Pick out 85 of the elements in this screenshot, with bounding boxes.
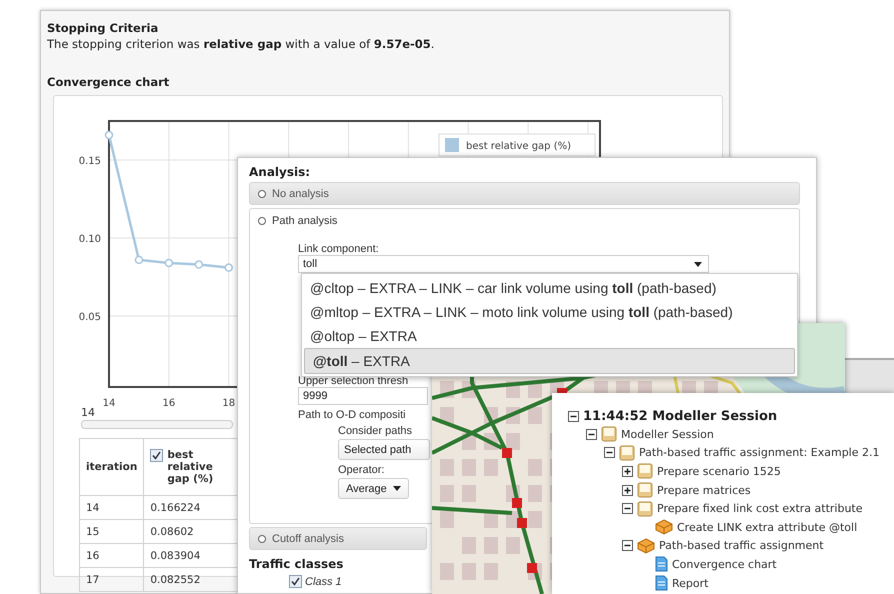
tree-item[interactable]: Create LINK extra attribute @toll	[677, 520, 858, 534]
section-label: Path analysis	[272, 215, 338, 227]
data-point	[164, 258, 174, 268]
table-cell: 14	[80, 496, 144, 520]
field-label: Consider paths	[338, 425, 412, 437]
table-cell: 16	[80, 544, 144, 568]
x-tick-label: 16	[162, 398, 176, 406]
field-value: toll	[303, 258, 318, 270]
link-component-field[interactable]: toll	[298, 255, 709, 273]
data-point	[104, 130, 114, 140]
tree-item[interactable]: Prepare scenario 1525	[657, 464, 781, 478]
operator-select[interactable]: Average	[338, 478, 409, 499]
radio-button[interactable]	[258, 190, 266, 198]
chart-legend: best relative gap (%)	[438, 134, 596, 156]
field-label: Link component:	[298, 243, 379, 255]
y-tick-label: 0.05	[78, 312, 101, 324]
field-label: Operator:	[338, 464, 384, 476]
column-header: iteration	[86, 461, 138, 473]
table-cell: 15	[80, 520, 144, 544]
panel-title: Analysis:	[249, 165, 312, 179]
radio-button[interactable]	[258, 534, 266, 542]
dropdown-option[interactable]: @mltop – EXTRA – LINK – moto link volume using toll (path-based)	[302, 300, 797, 324]
folder-icon	[637, 482, 653, 498]
section-label: Cutoff analysis	[272, 532, 344, 544]
checkbox[interactable]	[150, 449, 164, 462]
x-tick-label: 18	[222, 398, 236, 406]
document-icon	[655, 575, 668, 592]
accordion-header[interactable]: No analysis	[249, 182, 800, 205]
tree-item[interactable]: Convergence chart	[672, 558, 777, 571]
legend-label: best relative gap (%)	[466, 141, 572, 152]
congestion-marker	[527, 563, 537, 573]
collapse-icon[interactable]	[622, 540, 633, 552]
tree-item[interactable]: Modeller Session	[621, 428, 714, 441]
collapse-icon[interactable]	[604, 447, 615, 458]
collapse-icon[interactable]	[586, 428, 597, 440]
tree-item[interactable]: Prepare fixed link cost extra attribute	[657, 502, 863, 516]
folder-icon	[619, 444, 635, 461]
field-label: Upper selection thresh	[298, 375, 408, 387]
y-tick-label: 0.15	[78, 156, 101, 167]
data-point	[224, 263, 233, 272]
field-label: Path to O-D compositi	[298, 409, 406, 421]
dropdown-option[interactable]: @toll – EXTRA	[304, 348, 795, 374]
congestion-marker	[517, 518, 527, 528]
checkbox[interactable]	[289, 575, 302, 588]
expand-icon[interactable]	[622, 484, 633, 496]
data-point	[194, 260, 204, 269]
select-value: Selected path	[344, 444, 412, 456]
section-heading: Traffic classes	[249, 557, 344, 571]
cube-icon	[637, 538, 655, 554]
accordion-header[interactable]: Cutoff analysis	[249, 527, 427, 550]
x-tick-label: 14	[102, 398, 116, 406]
dropdown-option[interactable]: @oltop – EXTRA	[302, 324, 797, 348]
expand-icon[interactable]	[622, 466, 633, 477]
tree-item[interactable]: Prepare matrices	[657, 484, 751, 497]
consider-paths-select[interactable]: Selected path	[338, 439, 430, 460]
chart-heading: Convergence chart	[47, 75, 170, 89]
tree-item[interactable]: Path-based traffic assignment: Example 2.1	[639, 446, 880, 460]
cube-icon	[655, 519, 673, 536]
collapse-icon[interactable]	[568, 410, 579, 422]
document-icon	[655, 556, 668, 572]
range-slider[interactable]	[81, 420, 233, 429]
column-header: best relative gap (%)	[167, 449, 214, 485]
range-value: 14	[81, 406, 95, 419]
caret-icon	[694, 262, 702, 266]
y-tick-label: 0.10	[78, 234, 101, 245]
section-heading: Stopping Criteria	[47, 21, 160, 35]
dropdown-option[interactable]: @cltop – EXTRA – LINK – car link volume using toll (path-based)	[302, 276, 797, 300]
threshold-field[interactable]: 9999	[298, 387, 428, 405]
congestion-marker	[512, 498, 522, 508]
table-cell: 17	[80, 568, 144, 592]
caret-icon	[392, 486, 401, 491]
folder-icon	[601, 426, 617, 442]
folder-icon	[637, 463, 653, 480]
section-label: No analysis	[272, 188, 329, 200]
field-value: 9999	[303, 390, 328, 402]
checkbox-label: Class 1	[305, 576, 342, 588]
data-point	[134, 256, 144, 264]
congestion-marker	[502, 448, 512, 458]
tree-item[interactable]: Report	[672, 576, 708, 590]
session-title: 11:44:52 Modeller Session	[583, 408, 778, 424]
folder-icon	[637, 500, 653, 517]
radio-button[interactable]	[258, 217, 266, 225]
collapse-icon[interactable]	[622, 503, 633, 514]
stopping-sentence: The stopping criterion was relative gap with a value of 9.57e-05.	[47, 37, 436, 51]
tree-item[interactable]: Path-based traffic assignment	[659, 539, 824, 552]
